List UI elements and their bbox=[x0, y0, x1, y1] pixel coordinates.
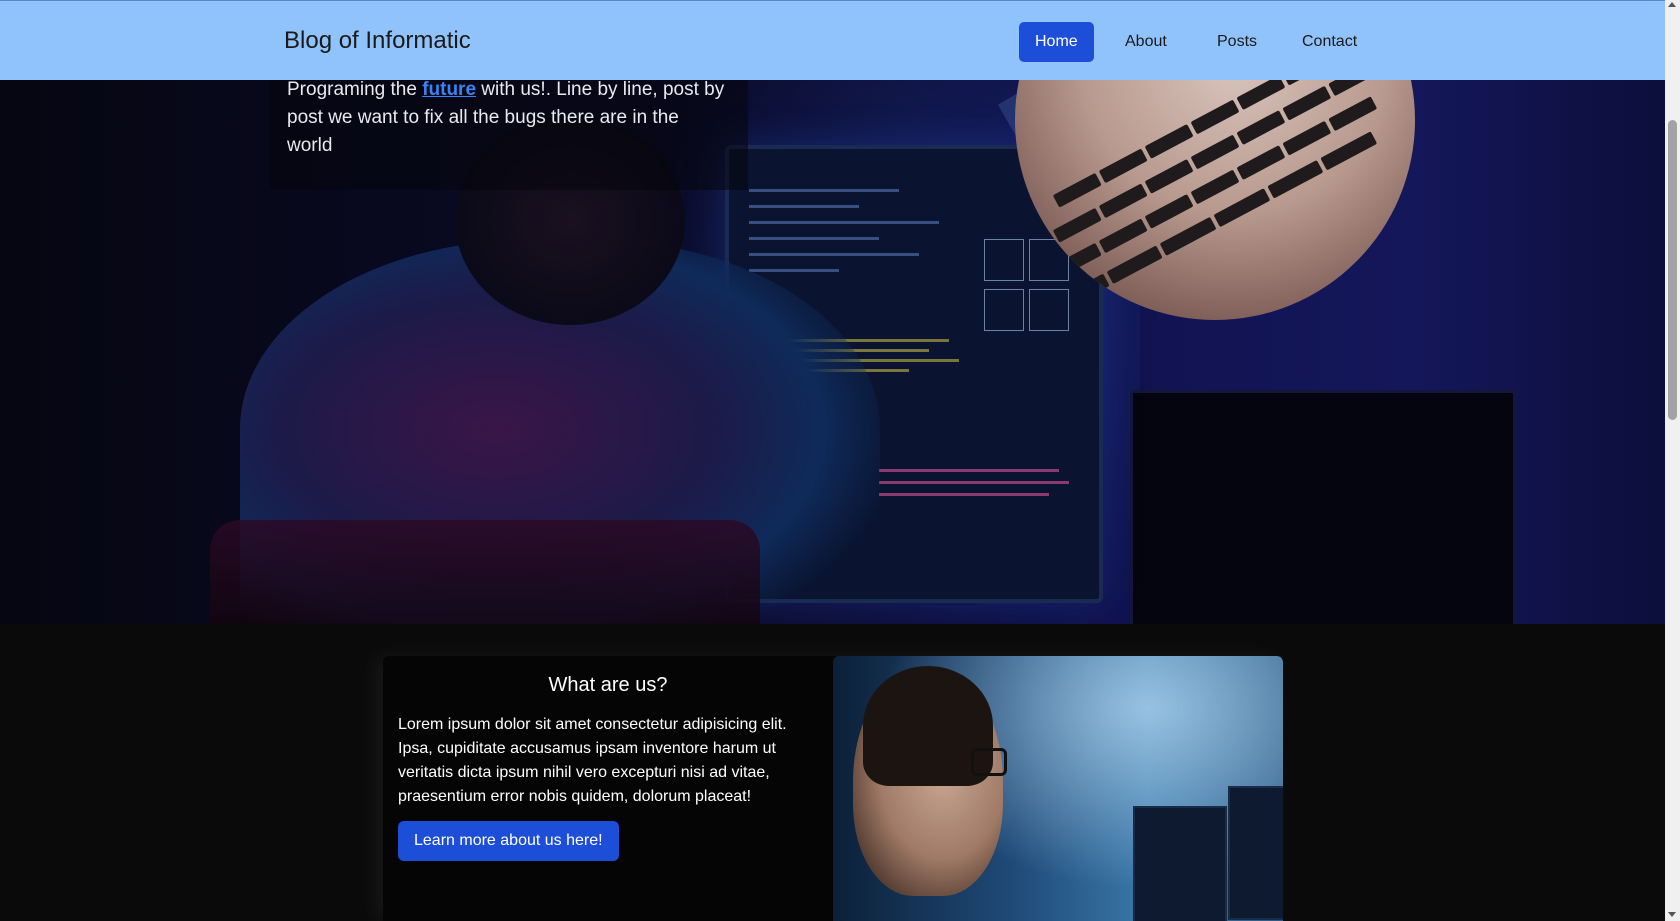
hero-section: Programing the future with us!. Line by … bbox=[0, 80, 1665, 624]
background-monitor bbox=[1130, 390, 1516, 624]
navbar: Blog of Informatic Home About Posts Cont… bbox=[0, 0, 1665, 80]
card-body: Lorem ipsum dolor sit amet consectetur a… bbox=[398, 716, 787, 805]
about-card: What are us? Lorem ipsum dolor sit amet … bbox=[383, 656, 1283, 921]
chair bbox=[210, 520, 760, 624]
glasses bbox=[971, 748, 1007, 776]
nav-posts[interactable]: Posts bbox=[1201, 22, 1273, 62]
page-scrollbar[interactable] bbox=[1665, 0, 1680, 921]
scroll-up-arrow-icon[interactable] bbox=[1668, 2, 1676, 7]
learn-more-button[interactable]: Learn more about us here! bbox=[398, 821, 619, 861]
nav-about[interactable]: About bbox=[1109, 22, 1183, 62]
scroll-thumb[interactable] bbox=[1668, 120, 1677, 420]
card-title: What are us? bbox=[548, 674, 668, 696]
woman-figure bbox=[853, 666, 1007, 896]
hero-tagline: Programing the future with us!. Line by … bbox=[287, 80, 725, 156]
future-link[interactable]: future bbox=[422, 80, 476, 100]
nav-contact[interactable]: Contact bbox=[1286, 22, 1373, 62]
brand-title[interactable]: Blog of Informatic bbox=[284, 27, 471, 55]
developer-image bbox=[833, 656, 1283, 921]
nav-home[interactable]: Home bbox=[1019, 22, 1094, 62]
scroll-down-arrow-icon[interactable] bbox=[1668, 912, 1676, 917]
